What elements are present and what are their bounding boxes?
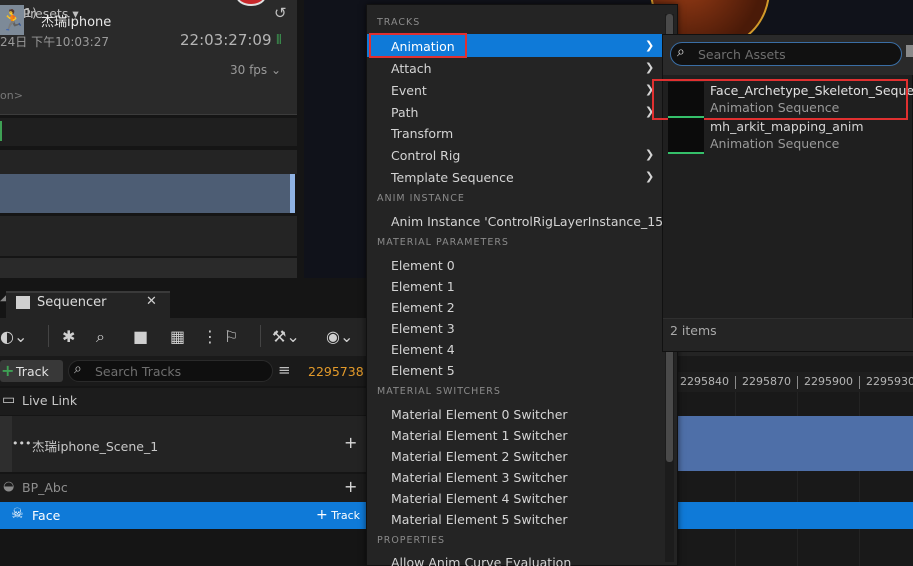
menu-item-anim-instance[interactable]: Anim Instance 'ControlRigLayerInstance_1… <box>391 214 667 229</box>
track-face-label: Face <box>32 508 61 523</box>
folder-icon: ▭ <box>2 392 16 408</box>
ruler-tick: 2295930 <box>866 375 913 388</box>
ruler-tick: 2295870 <box>742 375 791 388</box>
section-properties: PROPERTIES <box>377 535 446 546</box>
wrench-icon[interactable]: ⚒⌄ <box>272 327 300 346</box>
presets-accent <box>0 121 2 141</box>
save-icon[interactable]: ✱ <box>62 327 75 346</box>
live-link-details <box>0 216 297 256</box>
current-frame[interactable]: 2295738 <box>308 364 364 379</box>
menu-item-element[interactable]: Element 5 <box>391 363 455 378</box>
chevron-right-icon: ❯ <box>645 61 655 74</box>
toolbar-separator <box>260 325 261 347</box>
menu-item-event[interactable]: Event <box>391 83 427 98</box>
source-avatar-icon: 🏃 <box>0 5 25 35</box>
search-tracks-placeholder: Search Tracks <box>95 364 182 379</box>
subject-icon: ••• <box>12 437 32 450</box>
chevron-right-icon: ❯ <box>645 39 655 52</box>
menu-item-material-switcher[interactable]: Material Element 2 Switcher <box>391 449 568 464</box>
skeleton-icon: ☠ <box>11 506 24 522</box>
menu-item-element[interactable]: Element 3 <box>391 321 455 336</box>
asset-thumbnail[interactable] <box>668 118 704 154</box>
asset-type: Animation Sequence <box>710 136 840 151</box>
search-icon: ⌕ <box>74 361 82 377</box>
source-name: 杰瑞iphone <box>41 15 112 30</box>
menu-item-element[interactable]: Element 2 <box>391 300 455 315</box>
search-icon: ⌕ <box>677 44 685 60</box>
world-icon[interactable]: ◐⌄ <box>0 327 27 346</box>
find-asset-icon[interactable]: ⌕ <box>96 327 105 347</box>
menu-item-material-switcher[interactable]: Material Element 4 Switcher <box>391 491 568 506</box>
annotation-box <box>369 33 467 58</box>
presets-row <box>0 118 297 146</box>
ruler-tick-line <box>797 376 798 389</box>
asset-count: 2 items <box>670 323 717 338</box>
add-subtrack-button[interactable]: + <box>344 477 357 496</box>
track-indent <box>0 416 12 472</box>
source-hint-text: on> <box>0 89 23 102</box>
eye-icon[interactable]: ◉⌄ <box>326 327 353 346</box>
live-link-footer <box>0 258 297 278</box>
face-add-track-button[interactable]: + Track <box>316 507 360 523</box>
track-live-link-label: Live Link <box>22 393 78 408</box>
section-tracks: TRACKS <box>377 17 421 28</box>
menu-item-material-switcher[interactable]: Material Element 5 Switcher <box>391 512 568 527</box>
menu-item-control-rig[interactable]: Control Rig <box>391 148 460 163</box>
menu-item-transform[interactable]: Transform <box>391 126 453 141</box>
menu-item-element[interactable]: Element 4 <box>391 342 455 357</box>
source-row[interactable] <box>0 174 295 213</box>
track-scene-label: 杰瑞iphone_Scene_1 <box>32 439 159 454</box>
menu-item-material-switcher[interactable]: Material Element 1 Switcher <box>391 428 568 443</box>
plus-icon: + <box>1 361 15 380</box>
timecode: 22:03:27:09 <box>180 31 272 49</box>
section-anim-instance: ANIM INSTANCE <box>377 193 465 204</box>
clapper-icon <box>16 296 30 309</box>
menu-item-element[interactable]: Element 1 <box>391 279 455 294</box>
menu-item-material-switcher[interactable]: Material Element 3 Switcher <box>391 470 568 485</box>
add-track-label: Track <box>16 364 49 379</box>
asset-name[interactable]: mh_arkit_mapping_anim <box>710 119 864 134</box>
actor-icon: ◒ <box>3 479 15 494</box>
chevron-right-icon: ❯ <box>645 170 655 183</box>
reset-icon[interactable]: ↺ <box>274 4 287 22</box>
section-material-switchers: MATERIAL SWITCHERS <box>377 386 501 397</box>
face-track-lane[interactable] <box>678 502 913 529</box>
ruler-tick: 2295840 <box>680 375 729 388</box>
menu-item-path[interactable]: Path <box>391 105 418 120</box>
track-list-empty <box>0 529 366 566</box>
annotation-box <box>652 79 908 120</box>
camera-icon[interactable]: ■ <box>133 327 148 346</box>
chevron-right-icon: ❯ <box>645 148 655 161</box>
add-subtrack-button[interactable]: + <box>344 433 357 452</box>
track-bp-label: BP_Abc <box>22 480 68 495</box>
menu-item-material-switcher[interactable]: Material Element 0 Switcher <box>391 407 568 422</box>
timecode-date: 24日 下午10:03:27 <box>0 35 109 49</box>
ruler-tick-line <box>735 376 736 389</box>
actor-icon[interactable]: ⚐ <box>224 327 238 346</box>
close-icon[interactable]: ✕ <box>146 294 157 309</box>
ruler-tick-line <box>859 376 860 389</box>
timecode-status-icon: ⦀ <box>276 33 282 48</box>
record-button[interactable] <box>236 0 266 6</box>
source-selection-bar <box>290 174 295 213</box>
view-options-icon[interactable] <box>906 45 913 57</box>
menu-item-element[interactable]: Element 0 <box>391 258 455 273</box>
ruler-tick: 2295900 <box>804 375 853 388</box>
toolbar-separator <box>48 325 49 347</box>
fps-dropdown[interactable]: 30 fps ⌄ <box>230 63 281 77</box>
section-material-parameters: MATERIAL PARAMETERS <box>377 237 509 248</box>
menu-item-property[interactable]: Allow Anim Curve Evaluation <box>391 555 571 566</box>
render-icon[interactable]: ▦ <box>170 327 185 346</box>
search-assets-placeholder: Search Assets <box>698 47 786 62</box>
filter-icon[interactable]: ≡ <box>278 361 291 379</box>
sources-header <box>0 150 297 174</box>
tab-sequencer-label: Sequencer <box>37 295 107 310</box>
menu-item-attach[interactable]: Attach <box>391 61 432 76</box>
more-icon[interactable]: ⋮ <box>202 327 218 346</box>
scene-section[interactable] <box>678 416 913 471</box>
menu-item-template-sequence[interactable]: Template Sequence <box>391 170 514 185</box>
